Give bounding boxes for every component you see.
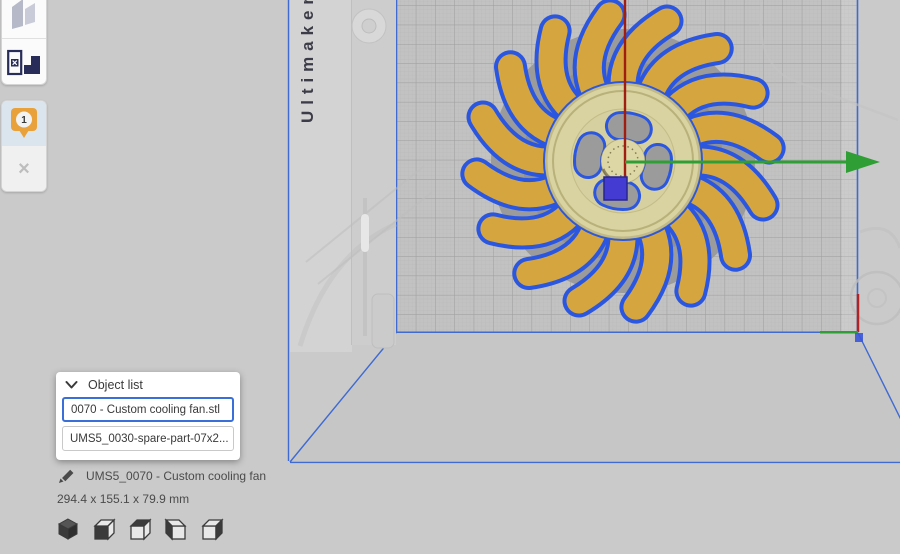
per-model-settings-button[interactable] — [2, 38, 46, 84]
active-tool-badge-button[interactable]: 1 — [2, 101, 46, 146]
object-list-panel: Object list 0070 - Custom cooling fan.st… — [56, 372, 240, 460]
view-left-cube-icon — [163, 517, 189, 541]
view-front-cube-icon — [91, 517, 117, 541]
view-right-button[interactable] — [199, 516, 225, 542]
model-name: UMS5_0070 - Custom cooling fan — [86, 469, 266, 483]
gizmo-center-handle[interactable] — [604, 177, 627, 200]
view-left-button[interactable] — [163, 516, 189, 542]
view-front-button[interactable] — [91, 516, 117, 542]
object-list-title: Object list — [88, 378, 143, 392]
mirror-icon — [9, 0, 39, 32]
object-list-header[interactable]: Object list — [56, 372, 240, 397]
close-icon: × — [18, 159, 30, 179]
object-list-item[interactable]: UMS5_0030-spare-part-07x2... — [62, 426, 234, 451]
notification-pin-icon: 1 — [10, 107, 38, 141]
per-model-settings-icon — [6, 47, 42, 77]
view-top-cube-icon — [127, 517, 153, 541]
view-right-cube-icon — [199, 517, 225, 541]
camera-view-buttons — [55, 516, 225, 542]
view-top-button[interactable] — [127, 516, 153, 542]
cura-3d-viewport[interactable]: Ultimaker — [0, 0, 900, 554]
view-3d-button[interactable] — [55, 516, 81, 542]
printer-brand-label: Ultimaker — [298, 0, 317, 123]
toolbar-group-top — [1, 0, 47, 85]
badge-count: 1 — [21, 115, 27, 126]
object-list-item-selected[interactable]: 0070 - Custom cooling fan.stl — [62, 397, 234, 422]
model-dimensions: 294.4 x 155.1 x 79.9 mm — [57, 492, 189, 506]
toolbar-group-bottom: 1 × — [1, 100, 47, 192]
model-name-row: UMS5_0070 - Custom cooling fan — [58, 467, 266, 484]
mirror-tool-button[interactable] — [2, 0, 46, 38]
view-3d-cube-icon — [55, 517, 81, 541]
chevron-down-icon — [65, 380, 78, 390]
close-tool-button[interactable]: × — [2, 146, 46, 191]
rename-pencil-icon[interactable] — [58, 467, 75, 484]
